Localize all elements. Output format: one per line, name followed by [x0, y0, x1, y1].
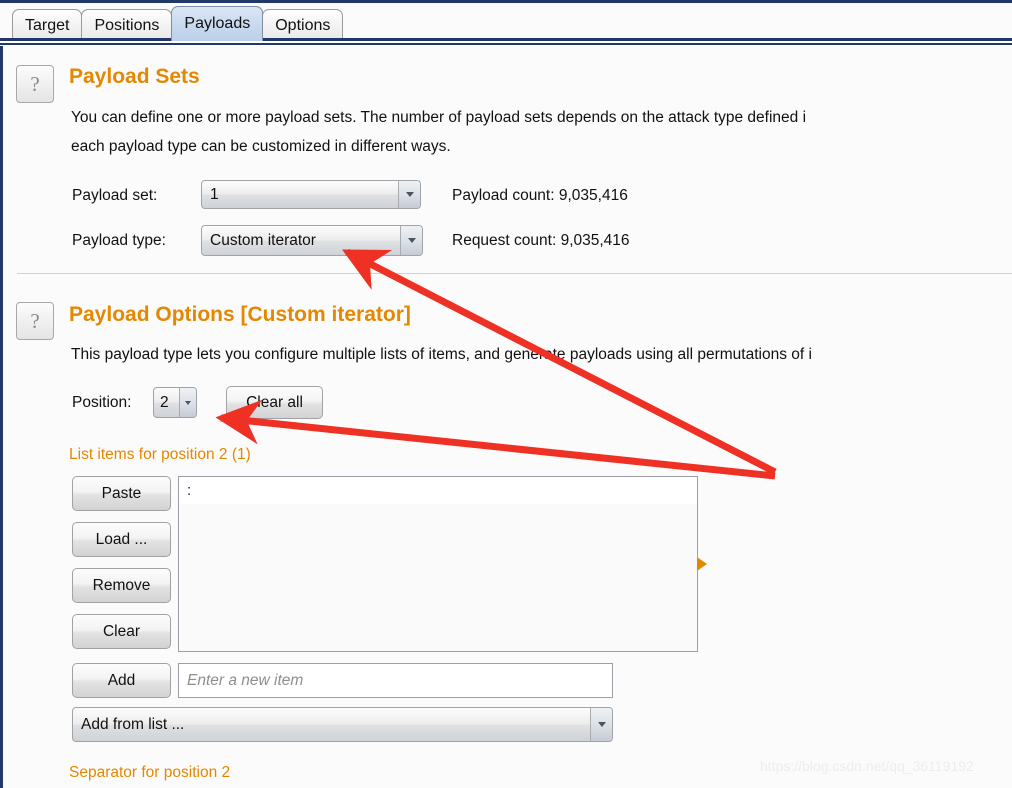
expand-triangle-icon[interactable]: [697, 557, 707, 571]
new-item-placeholder: Enter a new item: [187, 671, 304, 689]
add-button[interactable]: Add: [72, 663, 171, 698]
payload-options-description: This payload type lets you configure mul…: [71, 346, 812, 363]
paste-label: Paste: [101, 484, 142, 502]
clear-button[interactable]: Clear: [72, 614, 171, 649]
payloads-panel: ? Payload Sets You can define one or mor…: [0, 46, 1012, 788]
tab-options-label: Options: [275, 16, 331, 34]
payload-sets-description-line2: each payload type can be customized in d…: [71, 138, 451, 155]
tab-options[interactable]: Options: [262, 9, 344, 41]
position-label: Position:: [72, 394, 132, 411]
payload-options-title: Payload Options [Custom iterator]: [69, 303, 411, 326]
tab-target[interactable]: Target: [12, 9, 83, 41]
tab-payloads[interactable]: Payloads: [171, 6, 264, 41]
tab-positions-label: Positions: [94, 16, 160, 34]
add-label: Add: [107, 671, 136, 689]
separator-header: Separator for position 2: [69, 764, 231, 781]
request-count-label: Request count: 9,035,416: [452, 232, 630, 249]
list-items-header: List items for position 2 (1): [69, 446, 251, 463]
list-item[interactable]: :: [179, 477, 697, 504]
question-mark-icon[interactable]: ?: [16, 65, 54, 103]
chevron-down-icon[interactable]: [179, 388, 196, 417]
payload-sets-title: Payload Sets: [69, 65, 200, 88]
new-item-input[interactable]: Enter a new item: [178, 663, 613, 698]
tab-bar: Target Positions Payloads Options: [0, 3, 1012, 41]
load-label: Load ...: [95, 530, 148, 548]
payload-count-value: 9,035,416: [558, 187, 628, 204]
payload-type-label: Payload type:: [72, 232, 166, 249]
question-mark-icon[interactable]: ?: [16, 302, 54, 340]
chevron-down-icon[interactable]: [398, 181, 420, 208]
chevron-down-icon[interactable]: [400, 226, 422, 255]
payload-type-dropdown[interactable]: Custom iterator: [201, 225, 423, 256]
tab-payloads-label: Payloads: [184, 15, 251, 32]
clear-all-label: Clear all: [246, 393, 303, 411]
add-from-list-label: Add from list ...: [81, 715, 185, 733]
remove-button[interactable]: Remove: [72, 568, 171, 603]
clear-label: Clear: [102, 622, 141, 640]
tab-positions[interactable]: Positions: [81, 9, 173, 41]
position-dropdown[interactable]: 2: [153, 387, 197, 418]
load-button[interactable]: Load ...: [72, 522, 171, 557]
payload-set-label: Payload set:: [72, 187, 158, 204]
request-count-value: 9,035,416: [560, 232, 630, 249]
position-value: 2: [160, 393, 169, 411]
tab-underline-lower: [0, 43, 1012, 45]
add-from-list-dropdown[interactable]: Add from list ...: [72, 707, 613, 742]
remove-label: Remove: [92, 576, 151, 594]
watermark-text: https://blog.csdn.net/qq_36119192: [760, 758, 974, 774]
chevron-down-icon[interactable]: [590, 708, 612, 741]
section-divider: [17, 273, 1012, 274]
payload-set-dropdown[interactable]: 1: [201, 180, 421, 209]
payload-type-value: Custom iterator: [210, 231, 316, 249]
payload-list-box[interactable]: :: [178, 476, 698, 652]
tab-target-label: Target: [25, 16, 70, 34]
payload-set-value: 1: [210, 185, 219, 203]
paste-button[interactable]: Paste: [72, 476, 171, 511]
payload-count-label: Payload count: 9,035,416: [452, 187, 628, 204]
payload-sets-description-line1: You can define one or more payload sets.…: [71, 109, 807, 126]
clear-all-button[interactable]: Clear all: [226, 386, 323, 419]
